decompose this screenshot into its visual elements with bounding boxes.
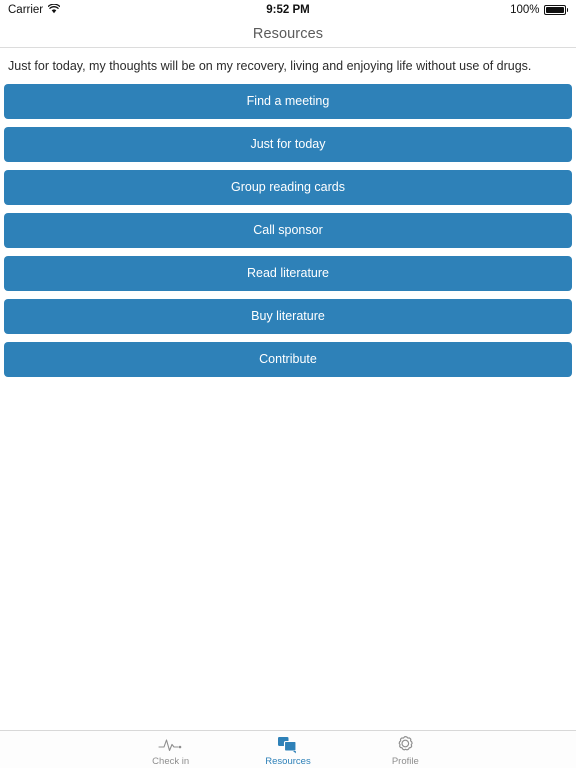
main-content: Just for today, my thoughts will be on m… <box>0 48 576 730</box>
tab-check-in-label: Check in <box>152 755 190 767</box>
find-a-meeting-button[interactable]: Find a meeting <box>4 83 572 119</box>
tab-profile[interactable]: Profile <box>347 731 464 768</box>
resource-button-list: Find a meeting Just for today Group read… <box>0 83 576 377</box>
buy-literature-button[interactable]: Buy literature <box>4 298 572 334</box>
just-for-today-button[interactable]: Just for today <box>4 126 572 162</box>
wifi-icon <box>47 3 61 17</box>
status-bar: Carrier 9:52 PM 100% <box>0 0 576 20</box>
group-reading-cards-button[interactable]: Group reading cards <box>4 169 572 205</box>
pulse-icon <box>158 735 184 755</box>
status-bar-left: Carrier <box>8 3 61 17</box>
tab-bar: Check in Resources Profile <box>0 730 576 768</box>
status-bar-right: 100% <box>510 4 568 16</box>
call-sponsor-button[interactable]: Call sponsor <box>4 212 572 248</box>
navigation-bar: Resources <box>0 20 576 48</box>
tab-resources-label: Resources <box>265 755 311 767</box>
gear-icon <box>395 735 415 755</box>
carrier-label: Carrier <box>8 4 44 16</box>
read-literature-button[interactable]: Read literature <box>4 255 572 291</box>
app-screen: Carrier 9:52 PM 100% Resources Just for … <box>0 0 576 768</box>
tab-check-in[interactable]: Check in <box>112 731 229 768</box>
battery-percent-label: 100% <box>510 4 540 16</box>
tab-profile-label: Profile <box>391 755 419 767</box>
status-bar-time: 9:52 PM <box>266 4 310 16</box>
chat-bubbles-icon <box>277 735 299 755</box>
contribute-button[interactable]: Contribute <box>4 341 572 377</box>
battery-full-icon <box>543 5 568 15</box>
daily-quote-text: Just for today, my thoughts will be on m… <box>8 59 532 73</box>
tab-resources[interactable]: Resources <box>229 731 346 768</box>
page-title: Resources <box>252 25 324 42</box>
